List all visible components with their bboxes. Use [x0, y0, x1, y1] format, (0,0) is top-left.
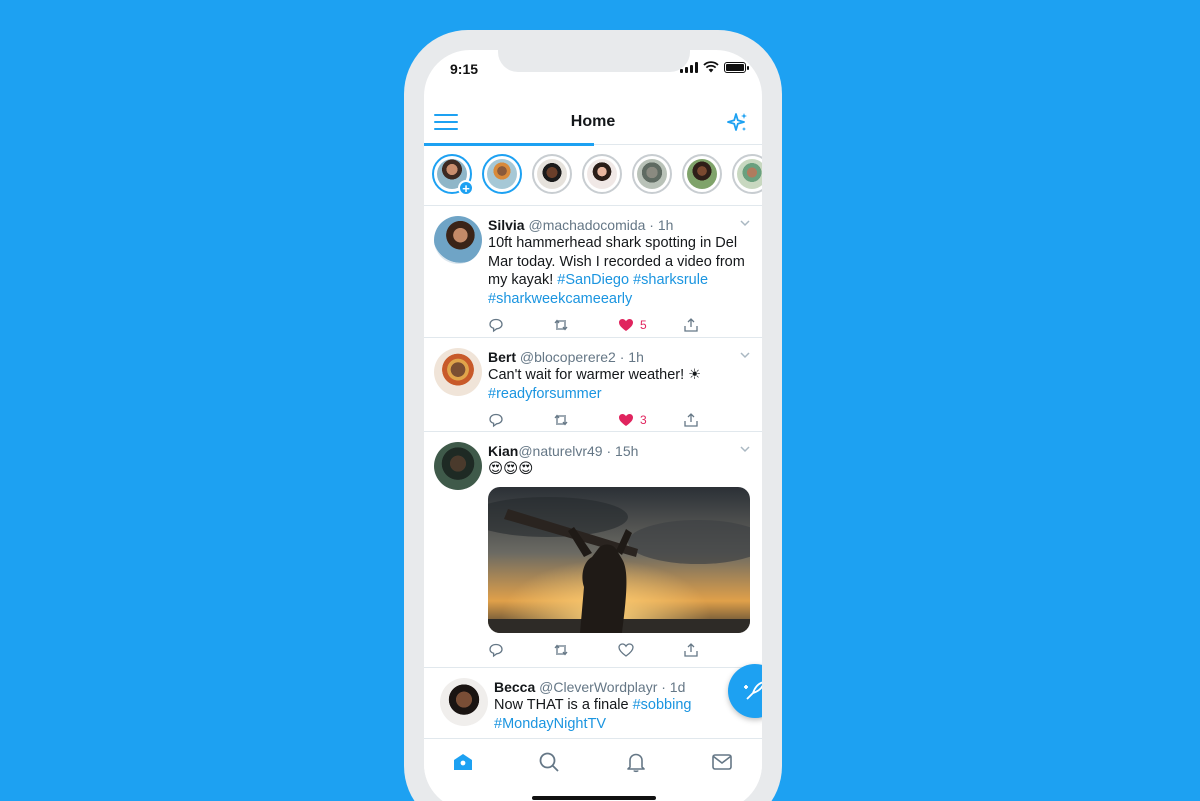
share-button[interactable] [683, 317, 748, 333]
avatar[interactable] [434, 216, 482, 264]
reply-icon [489, 643, 503, 657]
heart-icon [619, 319, 633, 331]
reply-icon [489, 413, 503, 428]
tweet-author-name[interactable]: Bert [488, 349, 516, 365]
retweet-button[interactable] [553, 412, 618, 428]
fleet-avatar[interactable] [482, 154, 522, 194]
tweet-author-name[interactable]: Silvia [488, 217, 525, 233]
chevron-down-icon[interactable] [740, 350, 750, 360]
tweet-author-name[interactable]: Kian [488, 443, 518, 459]
retweet-button[interactable] [553, 317, 618, 333]
tweet-header: Bert @blocoperere2 · 1h [488, 348, 748, 366]
tweet-actions: 3 [488, 411, 748, 429]
wifi-icon [703, 61, 719, 73]
fleets-row: + [432, 154, 762, 204]
fleet-avatar[interactable] [682, 154, 722, 194]
fleet-avatar[interactable] [582, 154, 622, 194]
phone-screen: 9:15 Home + Silvia @machadocomida · 1h 1… [424, 50, 762, 801]
surfer-sunset-photo [488, 486, 750, 633]
tweet-text: 10ft hammerhead shark spotting in Del Ma… [488, 235, 745, 307]
share-icon [684, 318, 698, 332]
tweet-actions [488, 641, 748, 659]
tweet-author-name[interactable]: Becca [494, 679, 535, 695]
tweet-card[interactable]: Bert @blocoperere2 · 1h Can't wait for w… [424, 338, 762, 432]
tweet-header: Becca @CleverWordplayr · 1d [494, 678, 748, 696]
tweet-text: Now THAT is a finale #sobbing #MondayNig… [494, 697, 692, 732]
phone-frame: 9:15 Home + Silvia @machadocomida · 1h 1… [404, 30, 782, 801]
tweet-meta: @CleverWordplayr · 1d [535, 679, 686, 695]
home-indicator [532, 796, 656, 800]
avatar[interactable] [434, 348, 482, 396]
reply-button[interactable] [488, 317, 553, 333]
mail-icon[interactable] [711, 751, 733, 773]
fleet-avatar[interactable] [732, 154, 762, 194]
retweet-icon [554, 643, 568, 656]
reply-button[interactable] [488, 642, 553, 658]
search-icon[interactable] [538, 751, 560, 773]
tweet-card[interactable]: Kian@naturelvr49 · 15h 😍😍😍 [424, 432, 762, 668]
status-indicators [680, 61, 749, 73]
sparkle-icon[interactable] [726, 111, 750, 135]
tweet-meta: @naturelvr49 · 15h [518, 443, 639, 459]
tweet-text: Can't wait for warmer weather! ☀ #readyfo… [488, 367, 702, 402]
tweet-media-image[interactable] [488, 486, 750, 633]
tweet-header: Silvia @machadocomida · 1h [488, 216, 748, 234]
like-button[interactable] [618, 642, 683, 658]
tweet-meta: @machadocomida · 1h [524, 217, 674, 233]
reply-icon [489, 318, 503, 333]
status-time: 9:15 [450, 61, 479, 77]
avatar[interactable] [440, 678, 488, 726]
share-icon [684, 413, 698, 427]
active-tab-indicator [424, 143, 594, 146]
share-button[interactable] [683, 412, 748, 428]
retweet-button[interactable] [553, 642, 618, 658]
retweet-icon [554, 319, 568, 331]
reply-button[interactable] [488, 412, 553, 428]
timeline-feed: Silvia @machadocomida · 1h 10ft hammerhe… [424, 206, 762, 748]
like-button[interactable]: 3 [618, 412, 683, 428]
like-button[interactable]: 5 [618, 317, 683, 333]
avatar[interactable] [434, 442, 482, 490]
tweet-text: 😍😍😍 [488, 461, 534, 477]
tweet-actions: 5 [488, 316, 748, 334]
page-title: Home [570, 113, 616, 130]
heart-icon [618, 642, 634, 657]
bell-icon[interactable] [625, 751, 647, 773]
tweet-card[interactable]: Becca @CleverWordplayr · 1d Now THAT is … [424, 668, 762, 748]
chevron-down-icon[interactable] [740, 218, 750, 228]
like-count: 3 [640, 413, 647, 427]
tweet-card[interactable]: Silvia @machadocomida · 1h 10ft hammerhe… [424, 206, 762, 338]
fleet-avatar[interactable] [532, 154, 572, 194]
top-header: Home [424, 100, 762, 144]
tweet-hashtags[interactable]: #readyforsummer [488, 386, 602, 402]
add-fleet-icon[interactable]: + [458, 180, 474, 196]
bottom-tab-bar [424, 738, 762, 801]
fleet-avatar[interactable] [632, 154, 672, 194]
home-icon[interactable] [452, 751, 474, 773]
fleet-avatar-self[interactable]: + [432, 154, 474, 196]
tweet-header: Kian@naturelvr49 · 15h [488, 442, 748, 460]
share-icon [684, 642, 698, 657]
heart-icon [619, 414, 633, 426]
phone-notch [498, 50, 690, 72]
tweet-meta: @blocoperere2 · 1h [516, 349, 644, 365]
battery-icon [724, 61, 749, 73]
compose-feather-icon [744, 681, 762, 700]
chevron-down-icon[interactable] [740, 444, 750, 454]
share-button[interactable] [683, 642, 748, 658]
like-count: 5 [640, 318, 647, 332]
retweet-icon [554, 414, 568, 426]
